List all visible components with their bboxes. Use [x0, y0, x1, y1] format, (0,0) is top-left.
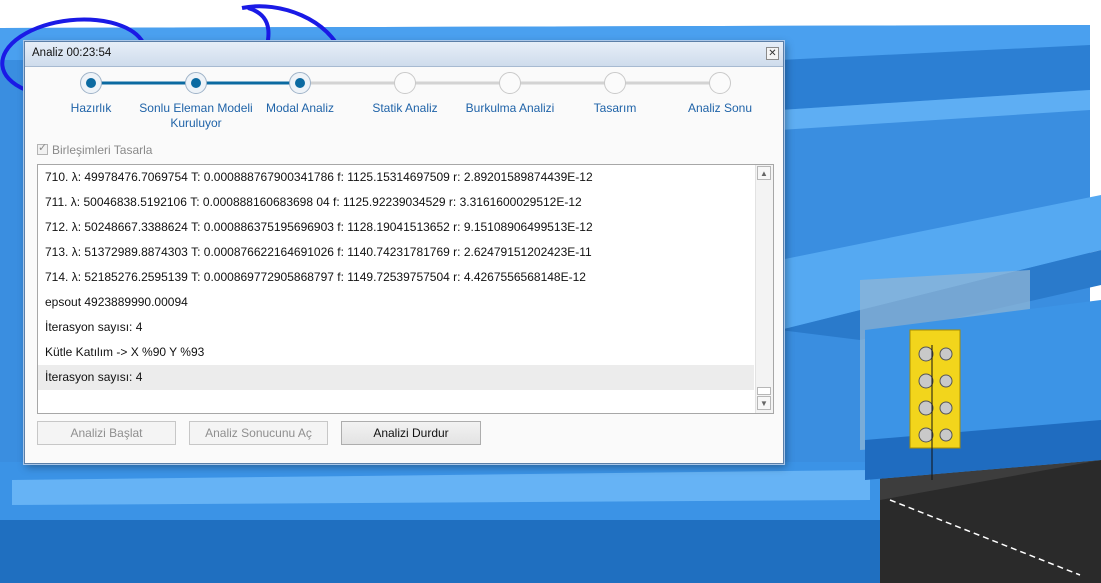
log-line[interactable]: epsout 4923889990.00094	[38, 290, 754, 315]
arrow-up-icon[interactable]: ▲	[757, 166, 771, 180]
step-label: Tasarım	[593, 101, 637, 115]
step-node-pending	[604, 72, 626, 94]
arrow-down-icon[interactable]: ▼	[757, 396, 771, 410]
log-scrollbar[interactable]: ▲ ▼	[755, 165, 773, 413]
log-line[interactable]: 710. λ: 49978476.7069754 T: 0.0008887679…	[38, 165, 754, 190]
step-node-pending	[499, 72, 521, 94]
analysis-log[interactable]: 710. λ: 49978476.7069754 T: 0.0008887679…	[37, 164, 774, 414]
step-label: Hazırlık	[70, 101, 112, 115]
log-line-selected[interactable]: İterasyon sayısı: 4	[38, 365, 754, 390]
step-label: Modal Analiz	[265, 101, 335, 115]
stop-analysis-button[interactable]: Analizi Durdur	[341, 421, 481, 445]
step-node-done	[289, 72, 311, 94]
open-result-button[interactable]: Analiz Sonucunu Aç	[189, 421, 328, 445]
log-line[interactable]: 711. λ: 50046838.5192106 T: 0.0008881606…	[38, 190, 754, 215]
log-line[interactable]: 713. λ: 51372989.8874303 T: 0.0008766221…	[38, 240, 754, 265]
step-node-pending	[709, 72, 731, 94]
dialog-titlebar[interactable]: Analiz 00:23:54 ✕	[25, 42, 783, 67]
step-label: Sonlu Eleman Modeli Kuruluyor	[139, 101, 253, 130]
scrollbar-thumb[interactable]	[757, 387, 771, 395]
step-node-done	[185, 72, 207, 94]
progress-steps: Hazırlık Sonlu Eleman Modeli Kuruluyor M…	[25, 68, 783, 136]
close-icon[interactable]: ✕	[766, 47, 779, 60]
log-line[interactable]: İterasyon sayısı: 4	[38, 315, 754, 340]
log-line[interactable]: 714. λ: 52185276.2595139 T: 0.0008697729…	[38, 265, 754, 290]
log-line[interactable]: 712. λ: 50248667.3388624 T: 0.0008863751…	[38, 215, 754, 240]
start-analysis-button[interactable]: Analizi Başlat	[37, 421, 176, 445]
design-connections-option: Birleşimleri Tasarla	[37, 141, 152, 157]
step-label: Burkulma Analizi	[465, 101, 555, 115]
dialog-title: Analiz 00:23:54	[32, 47, 112, 59]
design-connections-label: Birleşimleri Tasarla	[52, 142, 153, 157]
step-label: Analiz Sonu	[687, 101, 753, 115]
step-node-pending	[394, 72, 416, 94]
step-node-done	[80, 72, 102, 94]
log-line[interactable]: Kütle Katılım -> X %90 Y %93	[38, 340, 754, 365]
checkmark-icon	[37, 141, 48, 156]
step-label: Statik Analiz	[372, 101, 438, 115]
analysis-dialog: Analiz 00:23:54 ✕ Hazırlık Sonlu Eleman …	[24, 41, 784, 464]
